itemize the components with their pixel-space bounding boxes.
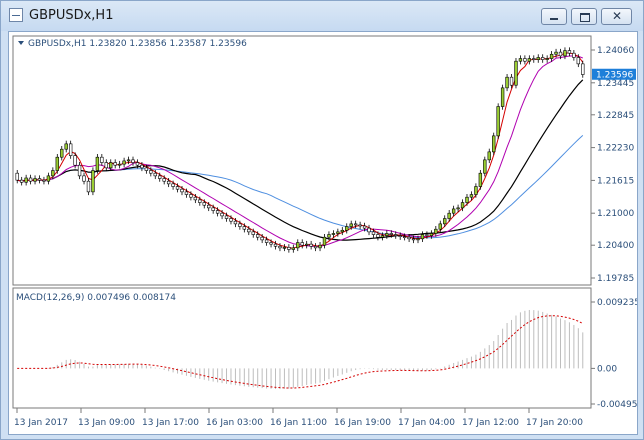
price-tick-label: 1.19785 xyxy=(597,274,634,284)
time-tick-label: 16 Jan 11:00 xyxy=(270,418,327,428)
time-tick-label: 16 Jan 19:00 xyxy=(334,418,391,428)
candle xyxy=(55,154,59,174)
candle xyxy=(478,170,483,190)
price-tick-label: 1.21000 xyxy=(597,209,634,219)
candle xyxy=(95,154,100,174)
time-tick-label: 13 Jan 2017 xyxy=(14,418,68,428)
macd-axis: 0.009235 0.00 -0.004953 xyxy=(591,298,637,410)
macd-tick-label: 0.009235 xyxy=(597,298,637,308)
time-tick-label: 13 Jan 17:00 xyxy=(142,418,199,428)
chart-window-icon xyxy=(9,8,23,22)
maximize-button[interactable] xyxy=(571,8,597,25)
macd-panel-header: MACD(12,26,9) 0.007496 0.008174 xyxy=(16,293,176,303)
price-tick-label: 1.22845 xyxy=(597,111,634,121)
candle xyxy=(496,103,500,140)
candle xyxy=(492,132,496,156)
time-tick-label: 13 Jan 09:00 xyxy=(78,418,135,428)
price-tick-label: 1.22230 xyxy=(597,144,634,154)
chart-window: GBPUSDx,H1 ✕ GBPUSDx,H1 1.23820 1.23856 … xyxy=(0,0,644,440)
close-icon: ✕ xyxy=(612,9,623,23)
current-price-label: 1.23596 xyxy=(596,71,633,81)
maximize-icon xyxy=(580,13,590,22)
macd-tick-label: 0.00 xyxy=(597,364,617,374)
price-axis: 1.240601.234451.228451.222301.216151.210… xyxy=(591,46,634,284)
time-tick-label: 16 Jan 03:00 xyxy=(206,418,263,428)
price-tick-label: 1.20400 xyxy=(597,241,634,251)
candle xyxy=(483,156,487,177)
candle xyxy=(514,58,518,89)
minimize-button[interactable] xyxy=(541,8,567,25)
macd-panel-frame xyxy=(12,287,592,409)
price-panel-header: GBPUSDx,H1 1.23820 1.23856 1.23587 1.235… xyxy=(28,39,247,49)
price-tick-label: 1.24060 xyxy=(597,46,634,56)
window-title: GBPUSDx,H1 xyxy=(29,8,114,23)
title-bar[interactable]: GBPUSDx,H1 ✕ xyxy=(1,1,643,31)
time-axis: 13 Jan 2017 13 Jan 09:00 13 Jan 17:00 16 Ja… xyxy=(14,408,583,428)
candle xyxy=(500,84,505,110)
minimize-icon xyxy=(550,18,558,20)
close-button[interactable]: ✕ xyxy=(601,8,632,25)
chart-area[interactable]: GBPUSDx,H1 1.23820 1.23856 1.23587 1.235… xyxy=(8,31,638,435)
time-tick-label: 17 Jan 04:00 xyxy=(398,418,455,428)
macd-tick-label: -0.004953 xyxy=(597,400,637,410)
time-tick-label: 17 Jan 12:00 xyxy=(462,418,519,428)
chart-svg[interactable]: GBPUSDx,H1 1.23820 1.23856 1.23587 1.235… xyxy=(9,32,637,434)
candle xyxy=(91,167,95,196)
price-tick-label: 1.21615 xyxy=(597,176,634,186)
time-tick-label: 17 Jan 20:00 xyxy=(526,418,583,428)
